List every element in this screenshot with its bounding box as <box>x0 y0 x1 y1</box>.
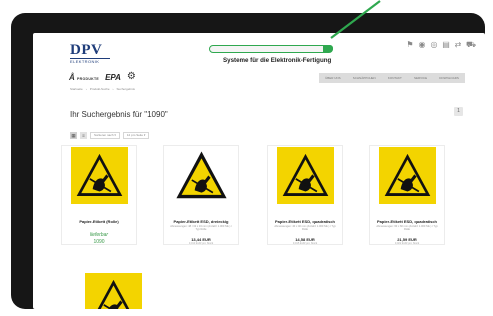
breadcrumb-separator: › <box>85 87 87 91</box>
user-icon[interactable]: ◉ <box>418 41 426 49</box>
pager-button[interactable]: 1 <box>454 107 463 116</box>
unit-price: 0,022 EUR pro Stück <box>394 242 420 245</box>
nav-item-deals[interactable]: Schnäppchen <box>353 76 376 80</box>
unit-price: 0,015 EUR pro Stück <box>292 242 318 245</box>
nav-item-downloads[interactable]: Downloads <box>439 76 459 80</box>
brand-row: Å PRODUKTE EPA ⚙ <box>69 71 136 83</box>
gear-icon[interactable]: ⚙ <box>127 72 136 82</box>
product-description: Abmessungen: 48 / 32 x 16 mm (Anzahl: 1.… <box>170 225 232 232</box>
product-description: Abmessungen: 40 x 40 mm (Anzahl: 1.000 S… <box>274 225 336 232</box>
product-description: Abmessungen: 60 x 60 mm (Anzahl: 1.000 S… <box>376 225 438 232</box>
breadcrumb-home[interactable]: Startseite <box>70 87 83 91</box>
search-input[interactable] <box>209 45 333 53</box>
list-view-icon[interactable]: ≡ <box>80 131 87 139</box>
availability-label: lieferbar <box>89 232 109 238</box>
main-nav: Über uns Schnäppchen Kontakt Service Dow… <box>319 73 465 83</box>
swap-icon[interactable]: ⇄ <box>454 41 462 49</box>
brand-products-link[interactable]: Å PRODUKTE <box>69 73 99 82</box>
logo-subtitle: Elektronik <box>70 58 110 64</box>
esd-warning-icon[interactable] <box>277 147 334 204</box>
product-card[interactable]: Papier-Etikett ESD, quadratisch Abmessun… <box>267 145 343 245</box>
brand-products-logo: Å <box>69 72 75 82</box>
product-title[interactable]: Papier-Etikett ESD, quadratisch <box>372 219 442 224</box>
flag-icon[interactable]: ⚑ <box>406 41 414 49</box>
header-tagline: Systeme für die Elektronik-Fertigung <box>223 57 332 64</box>
compare-icon[interactable]: ◎ <box>430 41 438 49</box>
cart-icon[interactable]: ⛟ <box>466 41 476 49</box>
nav-item-contact[interactable]: Kontakt <box>388 76 402 80</box>
unit-price: 0,013 EUR pro Stück <box>188 242 214 245</box>
breadcrumb-current: Suchergebnis <box>116 87 135 91</box>
nav-item-about[interactable]: Über uns <box>325 76 341 80</box>
per-page-dropdown[interactable]: 12 pro Seite ▾ <box>122 131 150 139</box>
esd-warning-icon[interactable] <box>71 147 128 204</box>
listing-toolbar: ▦ ≡ Sortieren nach ▾ 12 pro Seite ▾ <box>70 131 150 139</box>
browser-screen: DPV Elektronik Systeme für die Elektroni… <box>33 33 485 309</box>
product-title[interactable]: Papier-Etikett (Rolle) <box>64 219 134 224</box>
logo-text: DPV <box>70 42 103 58</box>
header-icon-bar: ⚑ ◉ ◎ ▤ ⇄ ⛟ <box>406 41 476 49</box>
sort-dropdown[interactable]: Sortieren nach ▾ <box>90 131 120 139</box>
product-quantity: 1090 <box>93 239 105 245</box>
product-card[interactable]: Papier-Etikett ESD, quadratisch Abmessun… <box>369 145 445 245</box>
brand-epa-link[interactable]: EPA <box>105 73 121 82</box>
product-card[interactable]: Papier-Etikett (Rolle) lieferbar 1090 <box>61 145 137 245</box>
nav-item-service[interactable]: Service <box>414 76 427 80</box>
esd-warning-icon[interactable] <box>173 147 230 204</box>
breadcrumb-separator: › <box>112 87 114 91</box>
grid-view-icon[interactable]: ▦ <box>70 131 77 139</box>
product-card[interactable]: Papier-Etikett ESD, dreieckig Abmessunge… <box>163 145 239 245</box>
product-card[interactable] <box>73 273 149 309</box>
breadcrumb: Startseite › Produkt-Suche › Suchergebni… <box>70 87 135 91</box>
esd-warning-icon[interactable] <box>379 147 436 204</box>
brand-products-label: PRODUKTE <box>77 76 100 81</box>
notepad-icon[interactable]: ▤ <box>442 41 450 49</box>
page-title: Ihr Suchergebnis für "1090" <box>70 110 168 119</box>
dpv-logo[interactable]: DPV Elektronik <box>70 42 110 64</box>
tablet-frame: DPV Elektronik Systeme für die Elektroni… <box>11 13 485 309</box>
product-title[interactable]: Papier-Etikett ESD, quadratisch <box>270 219 340 224</box>
search-button[interactable] <box>323 45 333 52</box>
product-title[interactable]: Papier-Etikett ESD, dreieckig <box>166 219 236 224</box>
esd-warning-icon[interactable] <box>85 273 142 309</box>
breadcrumb-search[interactable]: Produkt-Suche <box>90 87 110 91</box>
